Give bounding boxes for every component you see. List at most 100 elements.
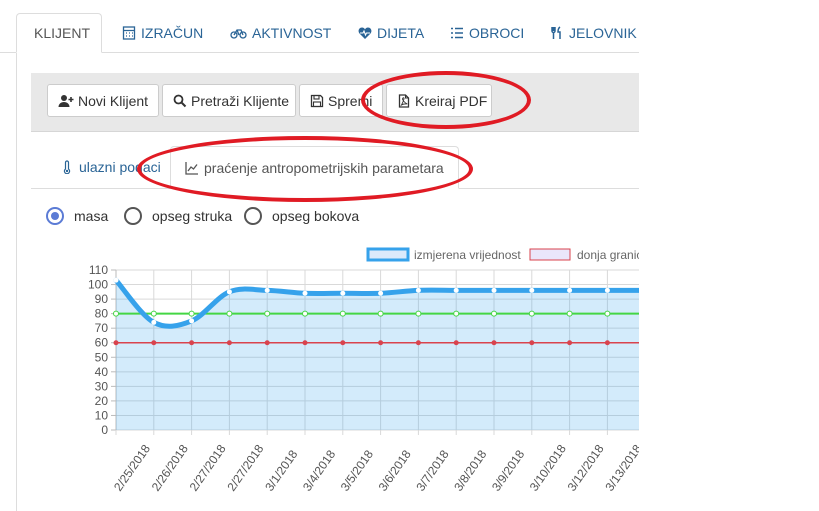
radio-label: masa [74, 208, 109, 224]
search-clients-label: Pretraži Klijente [191, 92, 290, 109]
y-tick-label: 70 [95, 321, 109, 335]
lower-limit-point [415, 340, 421, 346]
x-tick-label: 2/27/2018 [224, 442, 266, 494]
tab-input-data[interactable]: ulazni podaci [46, 146, 175, 188]
upper-limit-point [339, 310, 346, 317]
measured-point [604, 287, 610, 293]
tab-jelovnik[interactable]: JELOVNIK [538, 13, 649, 52]
upper-limit-point [604, 310, 611, 317]
x-tick-label: 3/1/2018 [262, 447, 300, 494]
lower-limit-point [189, 340, 195, 346]
save-label: Spremi [328, 92, 373, 109]
x-tick-label: 2/25/2018 [111, 442, 153, 494]
thermometer-icon [63, 160, 71, 174]
measured-point [415, 287, 421, 293]
x-tick-label: 3/5/2018 [338, 447, 376, 494]
y-tick-label: 80 [95, 307, 109, 321]
create-pdf-button[interactable]: Kreiraj PDF [386, 84, 492, 117]
lower-limit-point [340, 340, 346, 346]
upper-limit-point [113, 310, 119, 317]
upper-limit-point [528, 310, 535, 317]
floppy-disk-icon [310, 94, 324, 107]
radio-circle [244, 207, 262, 225]
tab-dijeta[interactable]: DIJETA [346, 13, 436, 52]
save-button[interactable]: Spremi [299, 84, 383, 117]
measured-point [189, 318, 195, 324]
y-tick-label: 90 [95, 292, 109, 306]
lower-limit-point [113, 340, 119, 346]
measured-point [529, 287, 535, 293]
tab-izracun[interactable]: IZRAČUN [110, 13, 215, 52]
y-tick-label: 10 [95, 408, 109, 422]
calculator-icon [122, 25, 136, 40]
x-tick-label: 3/4/2018 [300, 447, 338, 494]
measured-point [453, 287, 459, 293]
measured-point [567, 287, 573, 293]
y-tick-label: 100 [88, 278, 108, 292]
radio-waist[interactable]: opseg struka [124, 207, 232, 225]
upper-limit-point [302, 310, 308, 317]
legend-swatch-measured [366, 247, 410, 262]
tab-label: KLIJENT [34, 25, 91, 41]
y-tick-label: 50 [95, 350, 109, 364]
radio-label: opseg struka [152, 208, 233, 224]
measured-point [302, 290, 308, 296]
x-tick-label: 3/13/2018 [602, 442, 639, 494]
lower-limit-point [529, 340, 535, 346]
upper-limit-point [566, 310, 573, 317]
radio-hips[interactable]: opseg bokova [244, 207, 359, 225]
measured-point [113, 277, 119, 283]
measured-point [378, 290, 384, 296]
upper-limit-point [188, 310, 195, 317]
y-tick-label: 40 [95, 365, 109, 379]
tab-obroci[interactable]: OBROCI [438, 13, 536, 52]
search-icon [173, 94, 187, 107]
y-tick-label: 110 [89, 263, 108, 277]
measured-point [340, 290, 346, 296]
search-clients-button[interactable]: Pretraži Klijente [162, 84, 296, 117]
y-tick-label: 30 [95, 379, 109, 393]
tab-aktivnost[interactable]: AKTIVNOST [218, 13, 343, 52]
upper-limit-point [491, 310, 497, 317]
x-tick-label: 3/8/2018 [451, 447, 489, 494]
radio-circle [46, 207, 64, 225]
radio-mass[interactable]: masa [46, 207, 108, 225]
measured-point [264, 287, 270, 293]
y-tick-label: 20 [95, 394, 109, 408]
x-tick-label: 3/9/2018 [489, 447, 527, 494]
lower-limit-point [453, 340, 459, 346]
tab-tracking[interactable]: praćenje antropometrijskih parametara [170, 146, 459, 189]
tab-label: OBROCI [469, 24, 525, 41]
upper-limit-point [377, 310, 384, 317]
legend-swatch-lower [529, 248, 571, 261]
lower-limit-point [302, 340, 308, 346]
upper-limit-point [150, 310, 157, 317]
input-data-label: ulazni podaci [79, 159, 161, 175]
tab-label: DIJETA [377, 24, 425, 41]
upper-limit-point [453, 310, 460, 317]
radio-label: opseg bokova [272, 208, 360, 224]
x-tick-label: 3/7/2018 [413, 447, 451, 494]
y-tick-label: 0 [101, 423, 108, 437]
create-pdf-label: Kreiraj PDF [415, 92, 488, 109]
upper-limit-point [415, 310, 422, 317]
radio-circle [124, 207, 142, 225]
lower-limit-point [264, 340, 270, 346]
line-chart-icon [185, 161, 198, 175]
tracking-label: praćenje antropometrijskih parametara [204, 159, 444, 176]
measured-point [151, 319, 157, 325]
upper-limit-point [264, 310, 271, 317]
legend-label-lower: donja granic [577, 248, 639, 262]
upper-limit-point [226, 310, 233, 317]
tab-klijent[interactable]: KLIJENT [16, 13, 102, 53]
x-tick-label: 3/12/2018 [565, 442, 607, 494]
lower-limit-point [491, 340, 497, 346]
tab-label: JELOVNIK [569, 24, 637, 41]
lower-limit-point [604, 340, 610, 346]
x-tick-label: 2/27/2018 [187, 442, 229, 494]
lower-limit-point [226, 340, 232, 346]
mass-chart: izmjerena vrijednost donja granic 01020304… [88, 247, 639, 494]
new-client-label: Novi Klijent [78, 92, 149, 109]
new-client-button[interactable]: Novi Klijent [47, 84, 159, 117]
measured-point [491, 287, 497, 293]
